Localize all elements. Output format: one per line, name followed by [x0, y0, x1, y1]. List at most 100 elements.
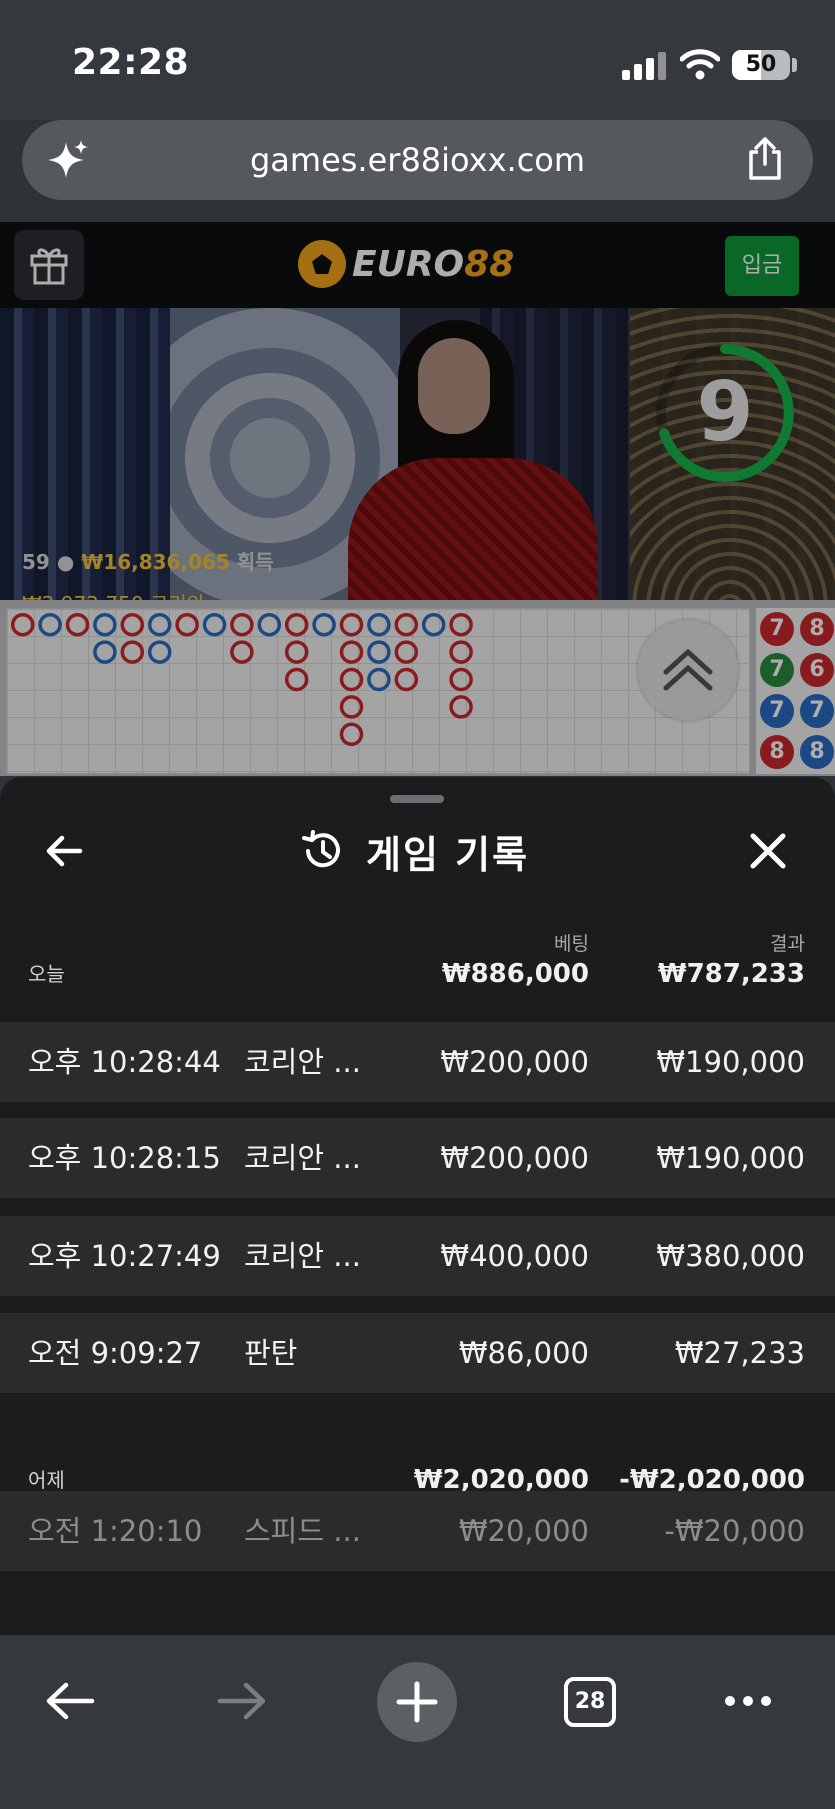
row-result: ₩27,233: [674, 1336, 805, 1370]
total-winnings: ₩16,836,065: [81, 550, 230, 574]
url-text[interactable]: games.er88ioxx.com: [122, 120, 713, 200]
row-bet: ₩400,000: [440, 1239, 589, 1273]
soccer-ball-icon: [298, 240, 346, 288]
sheet-title: 게임 기록: [300, 821, 529, 881]
gift-icon: [30, 248, 68, 285]
group-result-total: ₩787,233: [657, 959, 805, 989]
group-label: 오늘: [28, 962, 65, 986]
number-ball: 7: [760, 694, 794, 728]
more-icon[interactable]: [722, 1689, 774, 1713]
address-bar[interactable]: games.er88ioxx.com: [22, 120, 813, 200]
wifi-icon: [680, 49, 720, 80]
sheet-grabber[interactable]: [390, 795, 444, 803]
row-time: 오후 10:27:49: [28, 1239, 221, 1273]
bead-road-circle: [284, 667, 309, 692]
bead-road-circle: [230, 640, 254, 664]
deposit-button[interactable]: 입금: [725, 236, 799, 296]
bead-road-circle: [230, 612, 254, 637]
status-bar: 22:28 50: [0, 0, 835, 120]
bead-road-circle: [120, 612, 145, 637]
bead-road-circle: [10, 612, 35, 637]
plus-icon: [396, 1681, 438, 1723]
history-row[interactable]: 오후 10:27:49 코리안 ... ₩400,000 ₩380,000: [0, 1216, 835, 1296]
battery-level: 50: [745, 52, 777, 77]
scroll-up-button[interactable]: [638, 620, 738, 720]
bead-road-circle: [339, 695, 364, 719]
side-board: 78767788: [756, 608, 835, 774]
bead-road-circle: [449, 612, 473, 637]
row-time: 오전 9:09:27: [28, 1336, 203, 1370]
winnings-suffix: 획득: [236, 550, 274, 574]
number-ball: 8: [800, 735, 834, 769]
row-bet: ₩200,000: [440, 1141, 589, 1175]
row-game: 코리안 ...: [244, 1045, 361, 1079]
secondary-amount: ₩2,972,750: [22, 592, 144, 600]
winnings-info: 59 ● ₩16,836,065 획득: [22, 546, 274, 575]
row-result: ₩380,000: [656, 1239, 805, 1273]
group-bet-total: ₩886,000: [441, 959, 589, 989]
number-ball: 7: [760, 653, 794, 687]
history-row[interactable]: 오후 10:28:44 코리안 ... ₩200,000 ₩190,000: [0, 1022, 835, 1102]
bead-road-circle: [120, 640, 145, 664]
bead-road-circle: [339, 722, 364, 747]
game-history-sheet: 게임 기록 베팅 결과 오늘 ₩886,000 ₩787,233 오후 10:2…: [0, 777, 835, 1635]
logo-text: EURO88: [352, 243, 515, 285]
row-time: 오전 1:20:10: [28, 1514, 203, 1548]
bead-road-circle: [449, 695, 473, 719]
forward-arrow-icon[interactable]: [216, 1679, 268, 1723]
row-game: 판탄: [244, 1336, 298, 1370]
number-ball: 8: [760, 735, 794, 769]
bead-road-circle: [339, 667, 364, 692]
bead-road-circle: [421, 612, 446, 637]
number-ball: 7: [760, 612, 794, 646]
share-icon[interactable]: [745, 136, 785, 182]
bead-road-circle: [449, 640, 473, 664]
bead-road-circle: [339, 640, 364, 664]
double-chevron-up-icon: [663, 649, 713, 691]
back-arrow-icon[interactable]: [44, 1679, 96, 1723]
row-result: ₩190,000: [656, 1141, 805, 1175]
battery-icon: 50: [732, 50, 790, 80]
group-label: 어제: [28, 1468, 65, 1492]
bead-road-circle: [284, 640, 309, 664]
status-time: 22:28: [72, 42, 190, 83]
row-result: -₩20,000: [664, 1514, 805, 1548]
bead-road-circle: [394, 667, 419, 692]
history-row[interactable]: 오전 9:09:27 판탄 ₩86,000 ₩27,233: [0, 1313, 835, 1393]
secondary-suffix: 코리안: [150, 592, 205, 600]
bead-road-circle: [93, 612, 117, 637]
site-header: EURO88 입금: [0, 222, 835, 308]
number-ball: 8: [800, 612, 834, 646]
bead-road-circle: [394, 612, 419, 637]
row-bet: ₩200,000: [440, 1045, 589, 1079]
row-game: 코리안 ...: [244, 1239, 361, 1273]
tabs-button[interactable]: 28: [564, 1677, 616, 1727]
site-logo[interactable]: EURO88: [298, 236, 514, 292]
bead-road-circle: [38, 612, 62, 637]
gift-button[interactable]: [14, 230, 84, 300]
new-tab-button[interactable]: [377, 1662, 457, 1742]
battery-nub: [792, 58, 797, 72]
row-game: 스피드 ...: [244, 1514, 361, 1548]
row-game: 코리안 ...: [244, 1141, 361, 1175]
live-dealer-video[interactable]: 9 59 ● ₩16,836,065 획득 ₩2,972,750 코리안: [0, 308, 835, 600]
bead-road-circle: [312, 612, 336, 637]
browser-toolbar: 28: [0, 1635, 835, 1809]
history-row[interactable]: 오후 10:28:15 코리안 ... ₩200,000 ₩190,000: [0, 1118, 835, 1198]
bead-road-circle: [175, 612, 199, 637]
bead-road-circle: [147, 612, 172, 637]
countdown-number: 9: [696, 365, 754, 460]
person-icon: ●: [56, 550, 75, 574]
bead-road-circle: [284, 612, 309, 637]
secondary-info: ₩2,972,750 코리안: [22, 588, 205, 600]
bead-road-circle: [202, 612, 227, 637]
sheet-title-text: 게임 기록: [366, 832, 530, 877]
back-arrow-icon[interactable]: [42, 829, 86, 873]
history-row[interactable]: 오전 1:20:10 스피드 ... ₩20,000 -₩20,000: [0, 1491, 835, 1571]
sparkle-icon[interactable]: [46, 138, 90, 182]
bead-road-circle: [394, 640, 419, 664]
row-bet: ₩86,000: [458, 1336, 589, 1370]
close-icon[interactable]: [748, 831, 788, 871]
bead-road-circle: [367, 640, 391, 664]
bead-road-circle: [449, 667, 473, 692]
